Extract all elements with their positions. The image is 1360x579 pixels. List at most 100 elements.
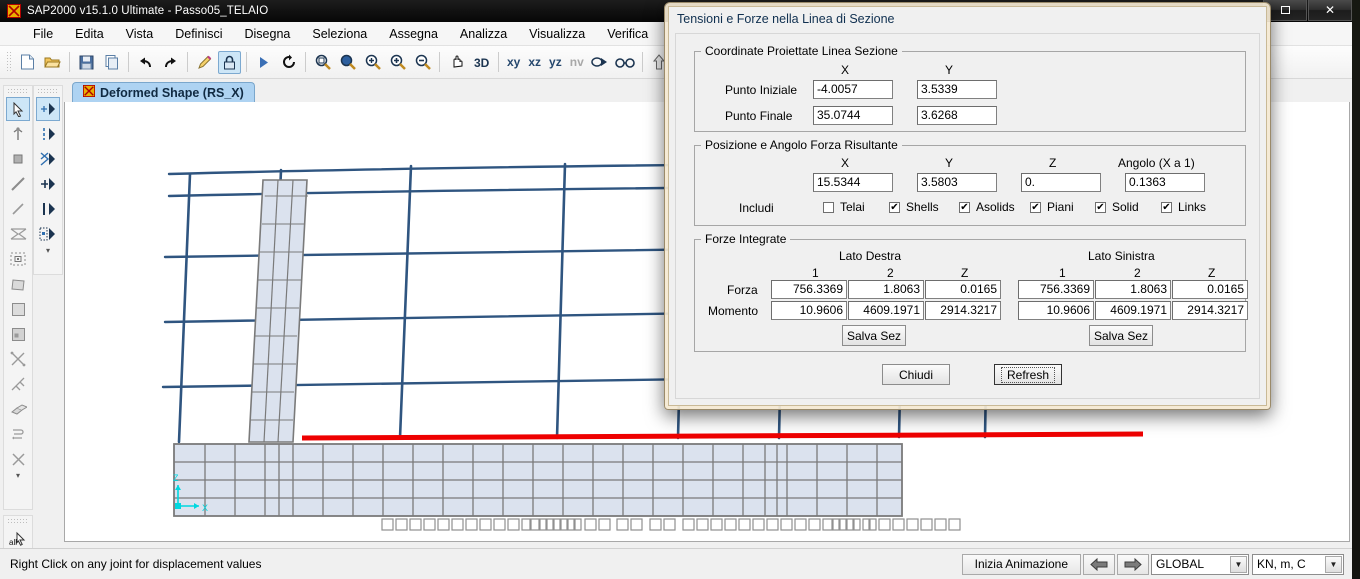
- lock-icon[interactable]: [218, 50, 241, 74]
- select-edge-icon[interactable]: [36, 197, 60, 221]
- salva-sez-sinistra-button[interactable]: Salva Sez: [1089, 325, 1153, 346]
- select-window-icon[interactable]: [36, 222, 60, 246]
- left-toolbar-bottom-grip[interactable]: [7, 518, 29, 524]
- resultant-angolo-input[interactable]: 0.1363: [1125, 173, 1205, 192]
- menu-item-seleziona[interactable]: Seleziona: [301, 25, 378, 43]
- menu-item-vista[interactable]: Vista: [115, 25, 165, 43]
- momento-destra-1-input[interactable]: 10.9606: [771, 301, 847, 320]
- run-now-icon[interactable]: [277, 51, 300, 74]
- menu-item-visualizza[interactable]: Visualizza: [518, 25, 596, 43]
- left-toolbar-secondary-grip[interactable]: [37, 88, 59, 94]
- zoom-previous-icon[interactable]: [361, 51, 384, 74]
- undo-icon[interactable]: [134, 51, 157, 74]
- draw-truss-icon[interactable]: [6, 222, 30, 246]
- pointer-select-icon[interactable]: [6, 97, 30, 121]
- menu-item-verifica[interactable]: Verifica: [596, 25, 659, 43]
- checkbox-piani[interactable]: ✔: [1030, 202, 1041, 213]
- checkbox-asolids[interactable]: ✔: [959, 202, 970, 213]
- run-analysis-icon[interactable]: [252, 51, 275, 74]
- cross-icon[interactable]: [6, 447, 30, 471]
- chiudi-button[interactable]: Chiudi: [882, 364, 950, 385]
- menu-item-edita[interactable]: Edita: [64, 25, 115, 43]
- menu-item-disegna[interactable]: Disegna: [233, 25, 301, 43]
- resultant-x-input[interactable]: 15.5344: [813, 173, 893, 192]
- momento-sinistra-1-input[interactable]: 10.9606: [1018, 301, 1094, 320]
- select-plane-icon[interactable]: [36, 172, 60, 196]
- resultant-y-input[interactable]: 3.5803: [917, 173, 997, 192]
- print-icon[interactable]: [100, 51, 123, 74]
- menu-item-analizza[interactable]: Analizza: [449, 25, 518, 43]
- joint-restraint-icon[interactable]: [6, 122, 30, 146]
- draw-solid-icon[interactable]: [6, 322, 30, 346]
- forza-sinistra-2-input[interactable]: 1.8063: [1095, 280, 1171, 299]
- coord-system-combo[interactable]: GLOBAL ▼: [1151, 553, 1249, 575]
- zoom-full-icon[interactable]: [336, 51, 359, 74]
- salva-sez-destra-button[interactable]: Salva Sez: [842, 325, 906, 346]
- forza-destra-2-input[interactable]: 1.8063: [848, 280, 924, 299]
- nv-view-button[interactable]: nv: [566, 55, 588, 69]
- punto-finale-y-input[interactable]: 3.6268: [917, 106, 997, 125]
- checkbox-shells[interactable]: ✔: [889, 202, 900, 213]
- momento-sinistra-2-input[interactable]: 4609.1971: [1095, 301, 1171, 320]
- draw-line-icon[interactable]: [6, 172, 30, 196]
- zoom-in-icon[interactable]: [386, 51, 409, 74]
- section-cut-dialog[interactable]: Tensioni e Forze nella Linea di Sezione …: [664, 2, 1271, 410]
- arrow-right-icon[interactable]: [1117, 553, 1149, 575]
- redo-icon[interactable]: [159, 51, 182, 74]
- arrow-left-icon[interactable]: [1083, 553, 1115, 575]
- draw-area-icon[interactable]: [6, 297, 30, 321]
- punto-finale-x-input[interactable]: 35.0744: [813, 106, 893, 125]
- checkbox-links[interactable]: ✔: [1161, 202, 1172, 213]
- momento-destra-2-input[interactable]: 4609.1971: [848, 301, 924, 320]
- punto-iniziale-x-input[interactable]: -4.0057: [813, 80, 893, 99]
- units-combo[interactable]: KN, m, C ▼: [1252, 553, 1344, 575]
- select-line-icon[interactable]: [36, 122, 60, 146]
- tab-deformed-shape[interactable]: Deformed Shape (RS_X): [72, 82, 255, 102]
- open-folder-icon[interactable]: [41, 51, 64, 74]
- draw-section-cut-icon[interactable]: [6, 397, 30, 421]
- snap-perpendicular-icon[interactable]: [6, 372, 30, 396]
- yz-view-button[interactable]: yz: [545, 55, 566, 69]
- save-icon[interactable]: [75, 51, 98, 74]
- resultant-z-input[interactable]: 0.: [1021, 173, 1101, 192]
- animate-button[interactable]: Inizia Animazione: [961, 553, 1081, 575]
- pan-icon[interactable]: [445, 51, 468, 74]
- xy-view-button[interactable]: xy: [503, 55, 524, 69]
- reshape-icon[interactable]: [6, 147, 30, 171]
- select-intersecting-icon[interactable]: [36, 147, 60, 171]
- forza-sinistra-1-input[interactable]: 756.3369: [1018, 280, 1094, 299]
- momento-sinistra-z-input[interactable]: 2914.3217: [1172, 301, 1248, 320]
- draw-quad-area-icon[interactable]: [6, 272, 30, 296]
- 3d-view-icon[interactable]: 3D: [470, 51, 493, 74]
- snap-intersection-icon[interactable]: [6, 347, 30, 371]
- draw-dimension-icon[interactable]: [6, 422, 30, 446]
- draw-rect-area-icon[interactable]: [6, 247, 30, 271]
- menu-item-file[interactable]: File: [22, 25, 64, 43]
- refresh-button[interactable]: Refresh: [994, 364, 1062, 385]
- menu-item-assegna[interactable]: Assegna: [378, 25, 449, 43]
- forza-destra-1-input[interactable]: 756.3369: [771, 280, 847, 299]
- left-toolbar-overflow-icon[interactable]: ▾: [4, 472, 32, 480]
- left-toolbar-secondary-overflow-icon[interactable]: ▾: [34, 247, 62, 255]
- momento-destra-z-input[interactable]: 2914.3217: [925, 301, 1001, 320]
- zoom-box-icon[interactable]: [311, 51, 334, 74]
- zoom-out-icon[interactable]: [411, 51, 434, 74]
- close-button[interactable]: ✕: [1308, 0, 1352, 21]
- punto-iniziale-y-input[interactable]: 3.5339: [917, 80, 997, 99]
- checkbox-solid[interactable]: ✔: [1095, 202, 1106, 213]
- forza-destra-z-input[interactable]: 0.0165: [925, 280, 1001, 299]
- left-toolbar-grip[interactable]: [7, 88, 29, 94]
- menu-item-definisci[interactable]: Definisci: [164, 25, 233, 43]
- xz-view-button[interactable]: xz: [524, 55, 545, 69]
- glasses-icon[interactable]: [614, 51, 637, 74]
- checkbox-telai[interactable]: [823, 202, 834, 213]
- forza-sinistra-z-input[interactable]: 0.0165: [1172, 280, 1248, 299]
- new-file-icon[interactable]: [16, 51, 39, 74]
- edit-pencil-icon[interactable]: [193, 51, 216, 74]
- toolbar-grip[interactable]: [6, 51, 11, 73]
- chevron-down-icon[interactable]: ▼: [1230, 555, 1247, 573]
- perspective-icon[interactable]: [589, 51, 612, 74]
- select-all-icon[interactable]: [36, 97, 60, 121]
- draw-frame-icon[interactable]: [6, 197, 30, 221]
- chevron-down-icon[interactable]: ▼: [1325, 555, 1342, 573]
